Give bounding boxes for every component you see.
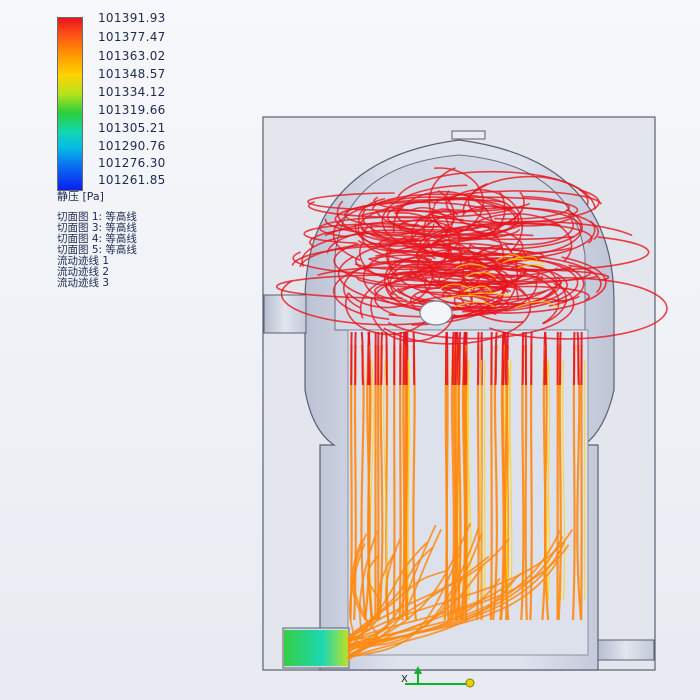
streamline [392, 344, 396, 621]
outlet-port [597, 639, 655, 661]
streamline [489, 344, 493, 621]
center-hole [419, 300, 453, 326]
streamline [445, 331, 449, 386]
streamline [376, 344, 380, 621]
streamline [462, 331, 466, 386]
streamline [458, 331, 462, 386]
streamline [385, 331, 388, 386]
triad-x-label: X [401, 674, 408, 685]
streamline [454, 344, 458, 621]
streamline [501, 331, 505, 386]
streamline [544, 331, 548, 386]
streamline [476, 344, 480, 621]
streamline [360, 331, 364, 386]
streamline [576, 331, 580, 386]
streamline [398, 344, 402, 621]
streamline [504, 331, 508, 386]
inlet-jet [284, 630, 348, 666]
top-nozzle [451, 130, 486, 140]
streamline [366, 331, 371, 386]
streamline [380, 331, 384, 386]
streamline [451, 331, 455, 386]
streamline [494, 331, 498, 386]
cfd-viewport[interactable]: X [0, 0, 700, 700]
streamline [521, 331, 525, 386]
triad-origin [465, 678, 475, 688]
streamline [558, 331, 562, 386]
